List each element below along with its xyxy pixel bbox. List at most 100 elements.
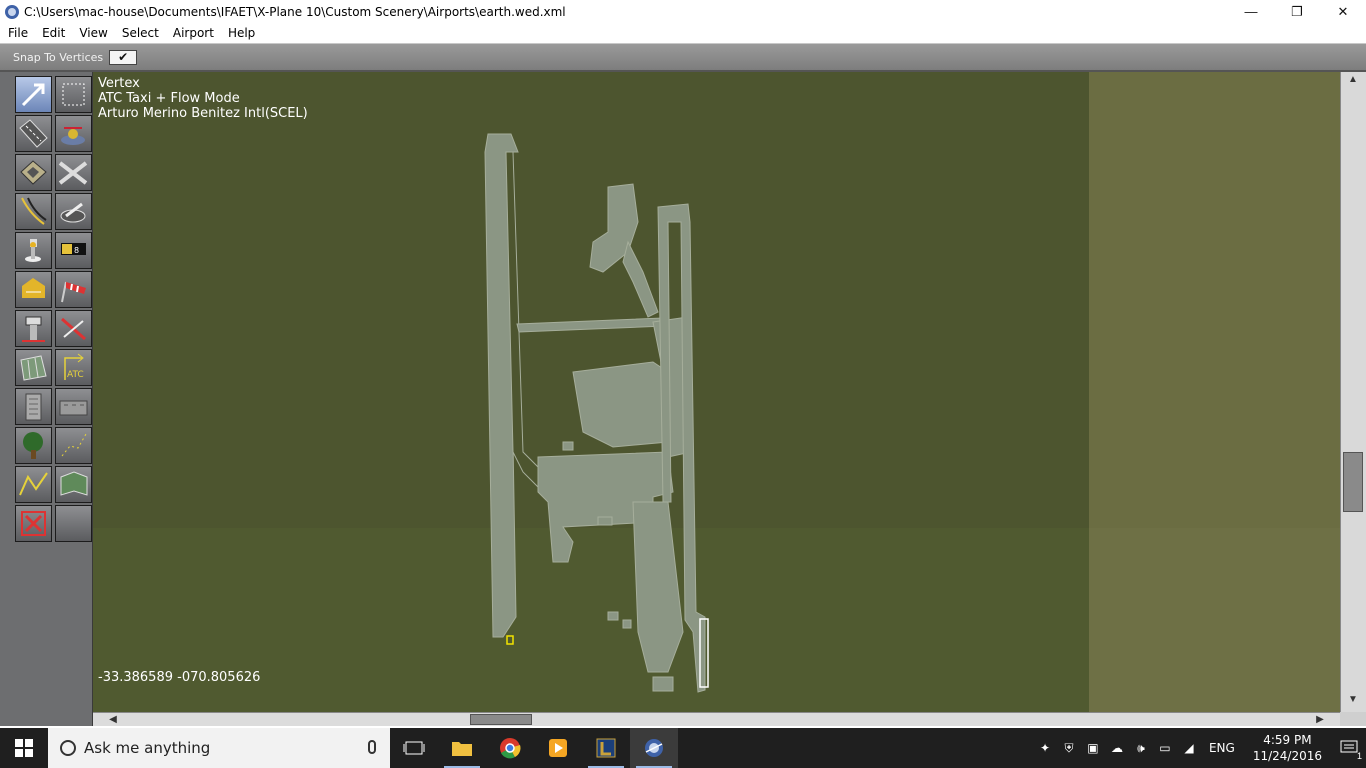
object-string-tool[interactable] [55, 388, 92, 425]
windsock-tool[interactable] [55, 271, 92, 308]
current-tool-label: Vertex [98, 76, 140, 91]
polygon-line-tool[interactable] [15, 466, 52, 503]
wed-globe-icon [645, 739, 663, 757]
vertical-scrollbar[interactable]: ▲ ▼ [1340, 72, 1366, 712]
tool-options-bar: Snap To Vertices ✔ [0, 43, 1366, 72]
clock-time: 4:59 PM [1263, 733, 1312, 747]
rect-select-tool[interactable] [55, 76, 92, 113]
scroll-right-arrow-icon[interactable]: ▶ [1300, 713, 1340, 726]
runway-tool[interactable] [15, 115, 52, 152]
menu-select[interactable]: Select [114, 26, 165, 40]
sign-tool[interactable]: 8 [55, 232, 92, 269]
scroll-left-arrow-icon[interactable]: ◀ [93, 713, 133, 726]
menu-file[interactable]: File [0, 26, 34, 40]
dropbox-icon[interactable]: ✦ [1033, 728, 1057, 768]
close-button[interactable]: ✕ [1320, 0, 1366, 23]
display-icon[interactable]: ▣ [1081, 728, 1105, 768]
line-tool[interactable] [55, 427, 92, 464]
tool-palette: 8 ATC [0, 72, 93, 726]
pavement-icon [20, 160, 47, 185]
media-player-button[interactable] [534, 728, 582, 768]
exclusion-icon [21, 511, 46, 536]
line-icon [21, 197, 47, 225]
notification-icon [1340, 740, 1358, 753]
start-button[interactable] [0, 728, 48, 768]
polygon-icon [60, 471, 88, 496]
clock[interactable]: 4:59 PM 11/24/2016 [1243, 732, 1332, 764]
forest-tool[interactable] [15, 427, 52, 464]
atc-tool[interactable]: ATC [55, 349, 92, 386]
action-center-button[interactable]: 1 [1332, 728, 1366, 768]
tree-icon [23, 432, 43, 459]
scroll-up-arrow-icon[interactable]: ▲ [1344, 74, 1362, 88]
league-app-icon [596, 738, 616, 758]
horizontal-scroll-thumb[interactable] [470, 714, 532, 725]
task-view-icon [403, 741, 425, 755]
minimize-button[interactable]: — [1228, 0, 1274, 23]
ramp-start-icon [60, 202, 86, 223]
empty-tool [55, 505, 92, 542]
taxiway-icon [58, 161, 88, 185]
taxiway-tool[interactable] [55, 154, 92, 191]
airport-layout[interactable] [93, 72, 1340, 712]
mcafee-icon[interactable]: ⛨ [1057, 728, 1081, 768]
dotted-line-icon [61, 433, 87, 457]
tower-icon [22, 316, 45, 342]
restore-button[interactable]: ❐ [1274, 0, 1320, 23]
scroll-down-arrow-icon[interactable]: ▼ [1344, 694, 1362, 708]
system-tray: ✦ ⛨ ▣ ☁ 🕪 ▭ ◢ ENG 4:59 PM 11/24/2016 1 [1033, 728, 1366, 768]
snap-to-vertices-checkbox[interactable]: ✔ [109, 49, 138, 65]
helipad-icon [61, 127, 85, 145]
folder-icon [452, 742, 472, 756]
hangar-icon [59, 400, 88, 416]
facade-tool[interactable] [15, 349, 52, 386]
polyline-icon [19, 472, 48, 496]
task-view-button[interactable] [390, 728, 438, 768]
helipad-tool[interactable] [55, 115, 92, 152]
mode-label: ATC Taxi + Flow Mode [98, 91, 240, 106]
ramp-start-tool[interactable] [55, 193, 92, 230]
tower-viewpoint-tool[interactable] [15, 310, 52, 347]
file-explorer-button[interactable] [438, 728, 486, 768]
clock-date: 11/24/2016 [1252, 749, 1322, 763]
boundary-tool[interactable] [15, 271, 52, 308]
battery-icon[interactable]: ▭ [1153, 728, 1177, 768]
windows-logo-icon [15, 739, 33, 757]
volume-icon[interactable]: 🕪 [1129, 728, 1153, 768]
exclusion-tool[interactable] [15, 505, 52, 542]
menu-bar: File Edit View Select Airport Help [0, 23, 1366, 43]
taxi-route-tool[interactable] [55, 310, 92, 347]
runway-icon [19, 119, 48, 148]
network-icon[interactable]: ◢ [1177, 728, 1201, 768]
marquee-select-tool[interactable] [15, 76, 52, 113]
windsock-icon [61, 281, 86, 303]
menu-view[interactable]: View [71, 26, 113, 40]
language-indicator[interactable]: ENG [1201, 741, 1243, 755]
microphone-icon[interactable] [368, 740, 376, 754]
draped-polygon-tool[interactable] [55, 466, 92, 503]
notification-count: 1 [1356, 751, 1362, 761]
app-l-button[interactable] [582, 728, 630, 768]
search-box[interactable]: Ask me anything [48, 728, 390, 768]
light-fixture-tool[interactable] [15, 232, 52, 269]
boundary-icon [22, 278, 45, 298]
object-tool[interactable] [15, 388, 52, 425]
cloud-icon[interactable]: ☁ [1105, 728, 1129, 768]
sign-icon: 8 [61, 243, 86, 255]
media-player-icon [549, 739, 567, 757]
chrome-button[interactable] [486, 728, 534, 768]
vertical-scroll-thumb[interactable] [1343, 452, 1363, 512]
menu-edit[interactable]: Edit [34, 26, 71, 40]
wed-app-icon [5, 4, 19, 19]
menu-help[interactable]: Help [220, 26, 261, 40]
horizontal-scrollbar[interactable]: ◀ ▶ [93, 712, 1340, 726]
taxi-line-tool[interactable] [15, 193, 52, 230]
svg-text:8: 8 [74, 246, 79, 255]
pavement-tool[interactable] [15, 154, 52, 191]
blank-icon [56, 506, 91, 541]
wed-taskbar-button[interactable] [630, 728, 678, 768]
map-view[interactable]: Vertex ATC Taxi + Flow Mode Arturo Merin… [93, 72, 1340, 712]
plane-route-icon [61, 317, 86, 341]
menu-airport[interactable]: Airport [165, 26, 220, 40]
snap-to-vertices-label: Snap To Vertices [13, 50, 104, 64]
